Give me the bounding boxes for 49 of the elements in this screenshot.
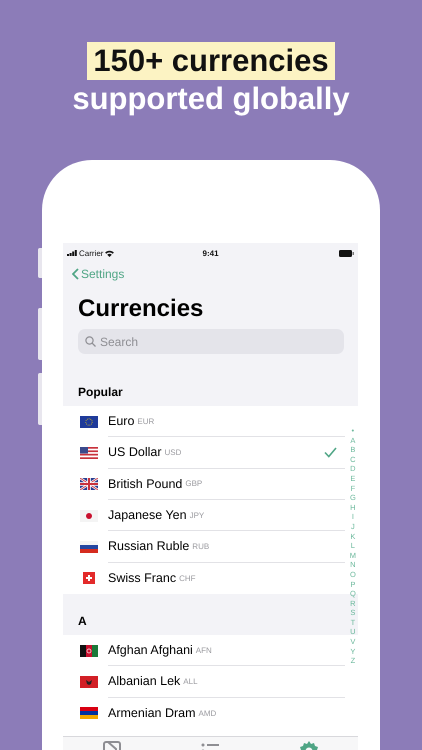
back-button[interactable]: Settings [63, 263, 124, 285]
flag-icon [80, 510, 98, 522]
carrier-label: Carrier [79, 248, 104, 258]
currency-code: RUB [192, 542, 210, 551]
signal-icon [67, 250, 77, 256]
currency-name: British Pound [108, 476, 182, 491]
currency-name: Albanian Lek [108, 674, 180, 688]
wifi-icon [105, 250, 114, 256]
currency-code: GBP [185, 479, 202, 488]
currency-row[interactable]: Russian Ruble RUB [63, 531, 345, 563]
currency-name: Euro [108, 414, 134, 428]
flag-icon [80, 572, 98, 584]
headline-highlight: 150+ currencies [87, 42, 335, 80]
currency-row[interactable]: Armenian Dram AMD [63, 698, 345, 729]
currency-row[interactable]: US Dollar USD [63, 437, 345, 469]
section-title: Popular [78, 385, 123, 399]
currency-row[interactable]: British Pound GBP [63, 468, 345, 500]
currency-code: AFN [196, 646, 212, 655]
status-time: 9:41 [202, 248, 219, 258]
currency-code: EUR [137, 416, 154, 426]
headline: supported globally [72, 80, 350, 118]
currency-code: CHF [179, 574, 196, 583]
currency-row[interactable]: Euro EUR [63, 406, 345, 438]
currency-code: JPY [190, 510, 204, 520]
flag-icon [80, 446, 98, 459]
currency-name: Russian Ruble [108, 539, 190, 554]
flag-icon [80, 416, 98, 428]
currency-name: US Dollar [108, 445, 162, 460]
flag-icon [80, 540, 98, 553]
currency-name: Japanese Yen [108, 508, 187, 522]
currency-row[interactable]: Japanese Yen JPY [63, 500, 345, 532]
currency-name: Armenian Dram [108, 706, 196, 720]
currency-row[interactable]: Swiss Franc CHF [63, 562, 345, 594]
section-title: A [78, 614, 87, 628]
page-title: Currencies [77, 294, 204, 324]
search-field[interactable]: Search [78, 329, 344, 354]
currency-name: Afghan Afghani [108, 643, 193, 658]
currency-row[interactable]: Albanian Lek ALL [63, 666, 345, 698]
flag-icon [80, 676, 98, 688]
flag-icon [80, 478, 98, 490]
chevron-icon [72, 268, 79, 280]
currency-name: Swiss Franc [108, 571, 176, 586]
currency-code: AMD [198, 708, 216, 718]
flag-icon [80, 707, 98, 720]
flag-icon [80, 644, 98, 657]
currency-code: ALL [183, 676, 198, 686]
battery-icon [339, 250, 354, 256]
currency-row[interactable]: Afghan Afghani AFN [63, 634, 345, 666]
currency-code: USD [164, 448, 182, 457]
